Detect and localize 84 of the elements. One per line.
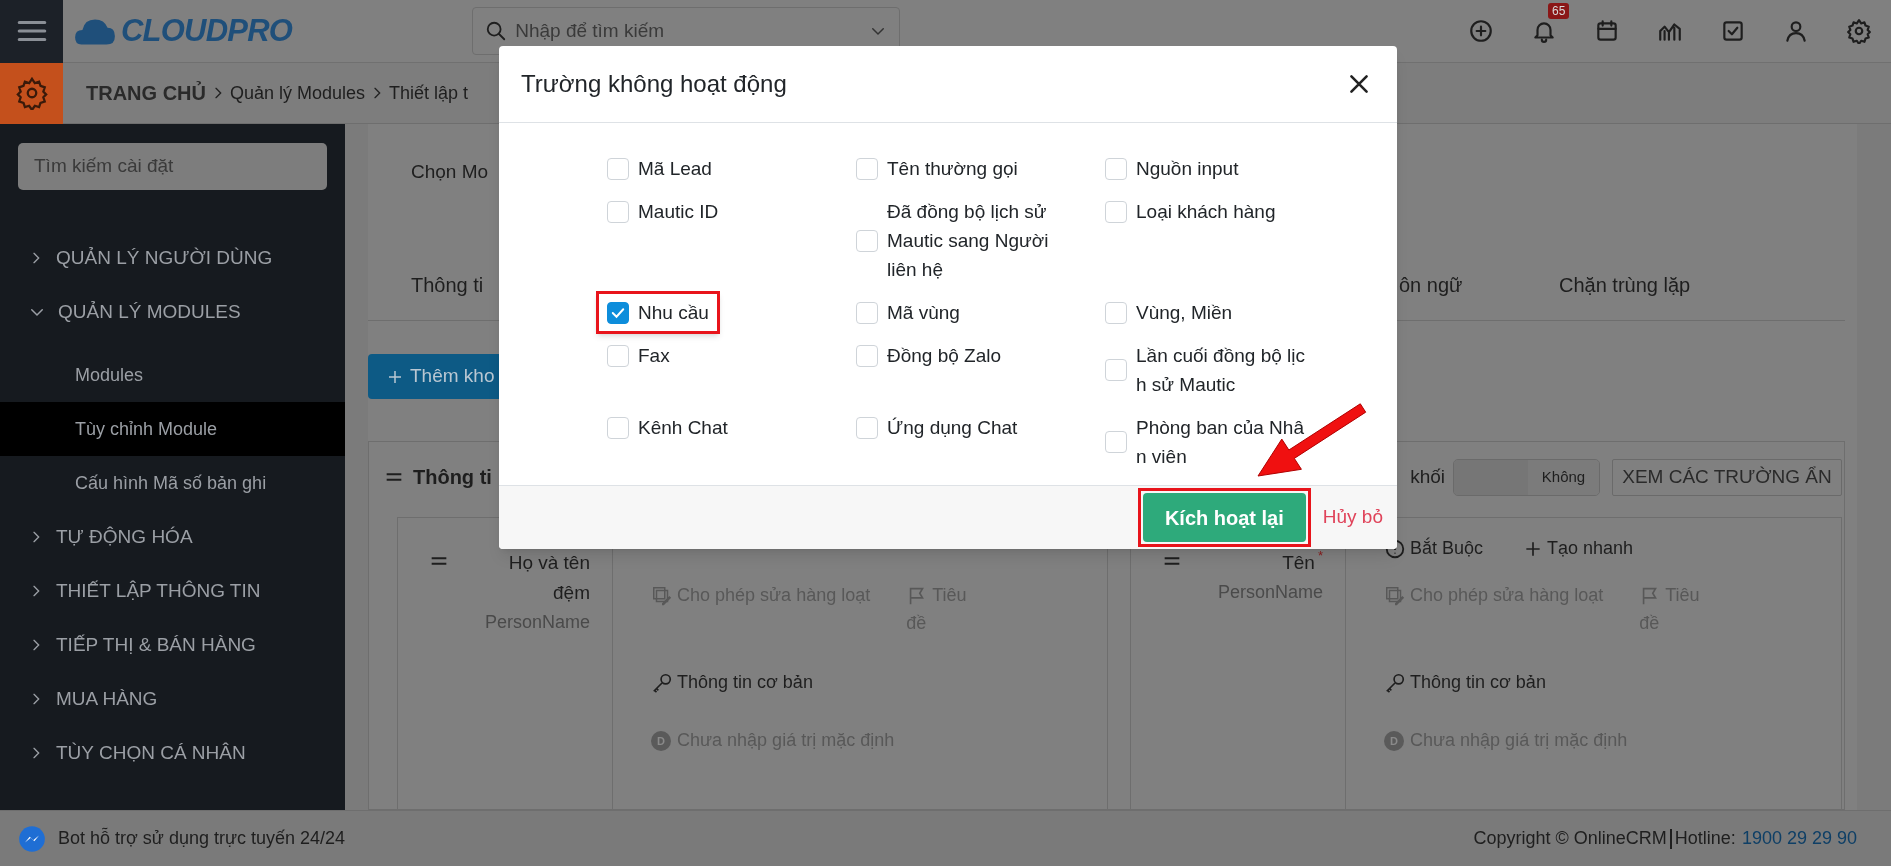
add-block-button[interactable]: Thêm kho — [368, 354, 499, 399]
sidebar-group[interactable]: THIẾT LẬP THÔNG TIN — [0, 564, 345, 618]
field-label: Tên thường gọi — [887, 157, 1018, 181]
sidebar-group[interactable]: MUA HÀNG — [0, 672, 345, 726]
field-label: Đã đồng bộ lịch sử Mautic sang Người liên hệ — [887, 200, 1050, 282]
checkbox[interactable] — [607, 301, 629, 324]
field-label: Phòng ban của Nhân viên — [1136, 416, 1305, 469]
field-label: Nguồn input — [1136, 157, 1239, 181]
chat-support-link[interactable]: Bot hỗ trợ sử dụng trực tuyến 24/24 — [58, 825, 346, 852]
modal-title: Trường không hoạt động — [521, 69, 787, 99]
sidebar-group[interactable]: TIẾP THỊ & BÁN HÀNG — [0, 618, 345, 672]
tab[interactable]: Chặn trùng lặp — [1559, 274, 1691, 296]
copy-edit-icon — [651, 585, 673, 608]
settings-search-field[interactable]: Tìm kiếm cài đặt — [18, 143, 327, 190]
field-option[interactable]: Mã vùng — [845, 291, 971, 334]
field-option[interactable]: Fax — [596, 334, 681, 377]
plus-circle-icon — [1468, 18, 1494, 44]
field-label: Mã vùng — [887, 301, 960, 325]
field-option[interactable]: Nhu cầu — [596, 291, 720, 334]
breadcrumb-link[interactable]: TRANG CHỦ — [86, 78, 206, 108]
settings-search-input[interactable]: Tìm kiếm cài đặt — [34, 152, 311, 181]
field-label: Fax — [638, 344, 670, 368]
user-icon — [1783, 18, 1809, 44]
field-name: Tên — [1282, 551, 1315, 575]
block-selector[interactable]: Thông tin cơ bản — [1384, 668, 1841, 696]
field-option[interactable]: Tên thường gọi — [845, 147, 1029, 190]
sidebar-group[interactable]: QUẢN LÝ MODULES — [0, 285, 345, 339]
field-label: Mã Lead — [638, 157, 712, 181]
search-field[interactable]: Nhập để tìm kiếm — [472, 7, 901, 55]
field-option[interactable]: Vùng, Miền — [1094, 291, 1244, 334]
notification-badge: 65 — [1548, 3, 1570, 19]
field-option[interactable]: Loại khách hàng — [1094, 190, 1287, 233]
sidebar-group[interactable]: TÙY CHỌN CÁ NHÂN — [0, 726, 345, 780]
block-title: Thông ti — [413, 465, 492, 490]
menu-button[interactable] — [0, 0, 63, 63]
module-label: Chọn Mo — [411, 160, 489, 184]
copy-edit-icon — [1384, 585, 1406, 608]
sidebar-item[interactable]: Tùy chỉnh Module — [0, 402, 345, 456]
field-label: Đồng bộ Zalo — [887, 344, 1002, 368]
field-option[interactable]: Nguồn input — [1094, 147, 1250, 190]
field-option[interactable]: Mautic ID — [596, 190, 730, 233]
sidebar-item[interactable]: Cấu hình Mã số bản ghi — [0, 456, 345, 510]
sidebar-group[interactable]: TỰ ĐỘNG HÓA — [0, 510, 345, 564]
show-hidden-fields-button[interactable]: XEM CÁC TRƯỜNG ẨN — [1612, 458, 1842, 496]
field-label: Ứng dụng Chat — [887, 416, 1018, 440]
calendar-icon — [1594, 18, 1620, 44]
key-icon — [651, 672, 673, 695]
quick-create-toggle[interactable]: Tạo nhanh — [1523, 534, 1634, 562]
sidebar-group[interactable]: QUẢN LÝ NGƯỜI DÙNG — [0, 231, 345, 285]
logo-text: CLOUDPRO — [121, 11, 293, 50]
field-option[interactable]: Đã đồng bộ lịch sử Mautic sang Người liên hệ — [845, 190, 1076, 291]
field-option[interactable]: Đồng bộ Zalo — [845, 334, 1013, 377]
field-label: Vùng, Miền — [1136, 301, 1233, 325]
field-option[interactable]: Mã Lead — [596, 147, 723, 190]
tab[interactable]: Thông ti — [411, 274, 484, 296]
settings-icon — [1846, 18, 1872, 44]
bulk-label: khối — [1410, 464, 1445, 489]
field-option[interactable]: Phòng ban của Nhân viên — [1094, 406, 1325, 478]
field-label: Kênh Chat — [638, 416, 728, 440]
breadcrumb-link[interactable]: Thiết lập t — [389, 79, 469, 107]
field-option[interactable]: Kênh Chat — [596, 406, 739, 449]
block-selector[interactable]: Thông tin cơ bản — [651, 668, 1107, 696]
checkbox-icon — [1720, 18, 1746, 44]
field-label: Nhu cầu — [638, 301, 709, 325]
toggle-switch[interactable]: Không — [1453, 458, 1600, 496]
search-input[interactable]: Nhập để tìm kiếm — [515, 16, 862, 46]
cancel-link[interactable]: Hủy bỏ — [1322, 506, 1383, 528]
settings-button[interactable] — [0, 62, 63, 124]
key-icon — [1384, 672, 1406, 695]
field-name: Họ và tên đệm — [507, 551, 590, 605]
field-option[interactable]: Ứng dụng Chat — [845, 406, 1029, 449]
field-label: Mautic ID — [638, 200, 719, 224]
tab[interactable]: ôn ngữ — [1399, 274, 1463, 296]
messenger-icon — [18, 824, 46, 853]
copyright-text: Copyright © OnlineCRM — [1473, 827, 1667, 850]
field-option[interactable]: Lần cuối đồng bộ lịch sử Mautic — [1094, 334, 1325, 406]
breadcrumb-link[interactable]: Quản lý Modules — [230, 79, 366, 107]
sidebar-item[interactable]: Modules — [0, 348, 345, 402]
settings-icon — [14, 76, 49, 110]
required-mark: * — [1317, 548, 1323, 564]
search-icon — [485, 20, 508, 42]
hotline-label: Hotline: — [1674, 827, 1736, 850]
field-label: Loại khách hàng — [1136, 200, 1276, 224]
field-label: Lần cuối đồng bộ lịch sử Mautic — [1136, 344, 1306, 397]
